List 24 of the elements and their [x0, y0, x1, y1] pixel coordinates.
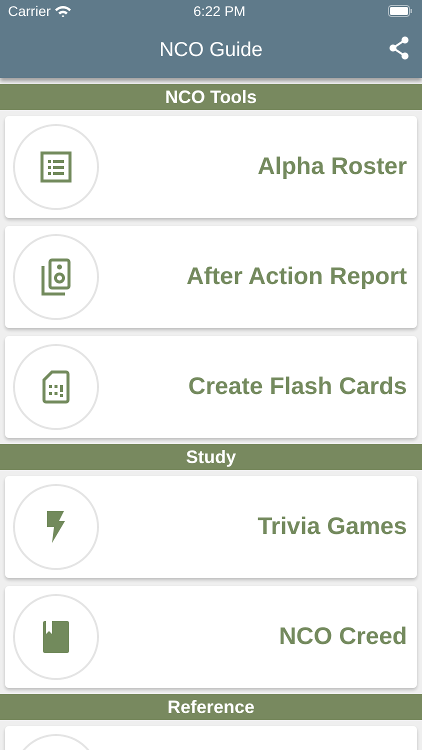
bookmark-book-icon — [42, 620, 70, 654]
battery-icon — [388, 5, 412, 17]
menu-card[interactable]: After Action Report — [5, 226, 417, 328]
menu-label: Trivia Games — [256, 512, 407, 542]
section-header: NCO Tools — [0, 84, 422, 110]
section-header: Study — [0, 444, 422, 470]
menu-label: Create Flash Cards — [187, 372, 407, 402]
sim-card-icon — [42, 370, 70, 404]
speaker-icon — [41, 258, 71, 296]
lightning-icon — [46, 510, 66, 544]
menu-label: After Action Report — [186, 262, 407, 292]
menu-card[interactable]: NCO Creed — [5, 586, 417, 688]
menu-label: NCO Creed — [278, 622, 407, 652]
menu-card[interactable]: Trivia Games — [5, 476, 417, 578]
share-button[interactable] — [388, 36, 410, 60]
section-header: Reference — [0, 694, 422, 720]
menu-card[interactable]: Create Flash Cards — [5, 336, 417, 438]
nav-title: NCO Guide — [159, 38, 263, 63]
time-text: 6:22 PM — [193, 2, 246, 20]
list-icon — [40, 151, 72, 183]
wifi-icon — [54, 5, 71, 17]
menu-label: Alpha Roster — [256, 152, 407, 182]
carrier-text: Carrier — [8, 2, 51, 20]
menu-card[interactable]: Alpha Roster — [5, 116, 417, 218]
